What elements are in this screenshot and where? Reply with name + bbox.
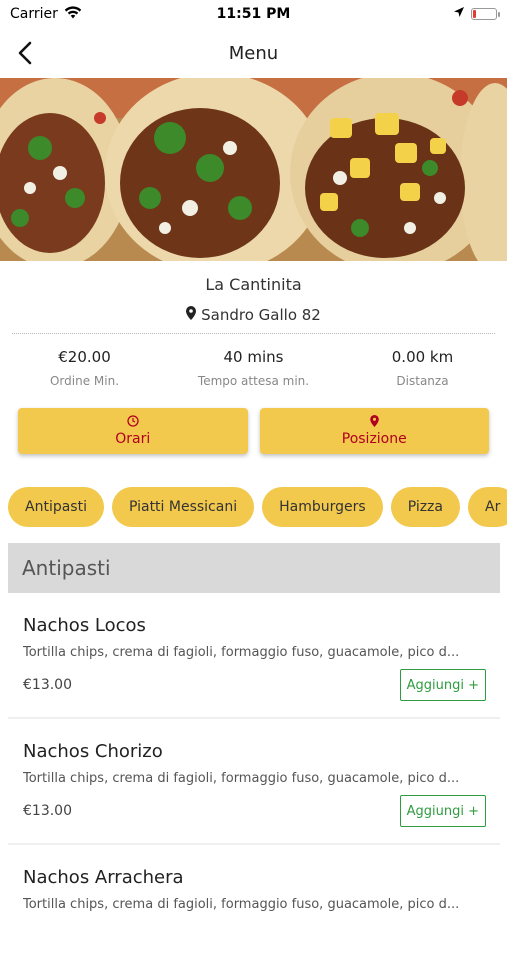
add-to-cart-button[interactable]: Aggiungi +: [399, 795, 486, 827]
category-tab-piatti-messicani[interactable]: Piatti Messicani: [111, 487, 255, 527]
carrier-label: Carrier: [10, 6, 58, 22]
status-right: [453, 6, 500, 22]
restaurant-stats: €20.00 Ordine Min. 40 mins Tempo attesa …: [0, 348, 507, 398]
address-text: Sandro Gallo 82: [201, 306, 321, 324]
status-left: Carrier: [10, 5, 82, 23]
clock-icon: [127, 415, 139, 429]
battery-icon: [471, 8, 500, 20]
stat-wait-time: 40 mins Tempo attesa min.: [169, 348, 338, 398]
map-pin-icon: [369, 415, 379, 429]
location-arrow-icon: [453, 6, 465, 22]
map-pin-icon: [186, 306, 197, 324]
category-tab-partial[interactable]: Ar: [468, 487, 507, 527]
menu-item[interactable]: Nachos Chorizo Tortilla chips, crema di …: [8, 719, 500, 843]
hours-button-label: Orari: [115, 431, 151, 447]
category-tab-antipasti[interactable]: Antipasti: [8, 487, 104, 527]
stat-value: 0.00 km: [391, 348, 454, 366]
restaurant-address: Sandro Gallo 82: [0, 306, 507, 324]
stat-label: Distanza: [396, 374, 449, 388]
page-title: Menu: [228, 42, 279, 64]
item-name: Nachos Locos: [23, 615, 146, 636]
restaurant-hero-image: [0, 78, 507, 261]
item-price: €13.00: [23, 677, 72, 693]
restaurant-name: La Cantinita: [205, 275, 302, 294]
divider: [12, 333, 495, 334]
status-bar: Carrier 11:51 PM: [0, 0, 507, 28]
wifi-icon: [64, 5, 82, 23]
stat-distance: 0.00 km Distanza: [338, 348, 507, 398]
item-name: Nachos Arrachera: [23, 867, 184, 888]
back-button[interactable]: [10, 38, 40, 68]
add-to-cart-button[interactable]: Aggiungi +: [399, 669, 486, 701]
menu-item[interactable]: Nachos Arrachera Tortilla chips, crema d…: [8, 845, 500, 969]
position-button-label: Posizione: [341, 431, 407, 447]
stat-value: €20.00: [58, 348, 111, 366]
menu-list: Antipasti Nachos Locos Tortilla chips, c…: [8, 543, 500, 969]
hours-button[interactable]: Orari: [18, 408, 248, 454]
category-tab-pizza[interactable]: Pizza: [390, 487, 460, 527]
chevron-left-icon: [18, 41, 32, 65]
section-header: Antipasti: [8, 543, 500, 593]
item-price: €13.00: [23, 803, 72, 819]
item-name: Nachos Chorizo: [23, 741, 163, 762]
nav-bar: Menu: [0, 28, 507, 78]
stat-label: Ordine Min.: [49, 374, 120, 388]
item-description: Tortilla chips, crema di fagioli, formag…: [23, 645, 460, 660]
action-buttons: Orari Posizione: [18, 408, 489, 454]
stat-label: Tempo attesa min.: [197, 374, 310, 388]
item-description: Tortilla chips, crema di fagioli, formag…: [23, 897, 460, 912]
menu-item[interactable]: Nachos Locos Tortilla chips, crema di fa…: [8, 593, 500, 717]
position-button[interactable]: Posizione: [259, 408, 489, 454]
category-tab-hamburgers[interactable]: Hamburgers: [262, 487, 383, 527]
stat-min-order: €20.00 Ordine Min.: [0, 348, 169, 398]
stat-value: 40 mins: [223, 348, 284, 366]
item-description: Tortilla chips, crema di fagioli, formag…: [23, 771, 460, 786]
category-tabs: Antipasti Piatti Messicani Hamburgers Pi…: [0, 487, 507, 531]
